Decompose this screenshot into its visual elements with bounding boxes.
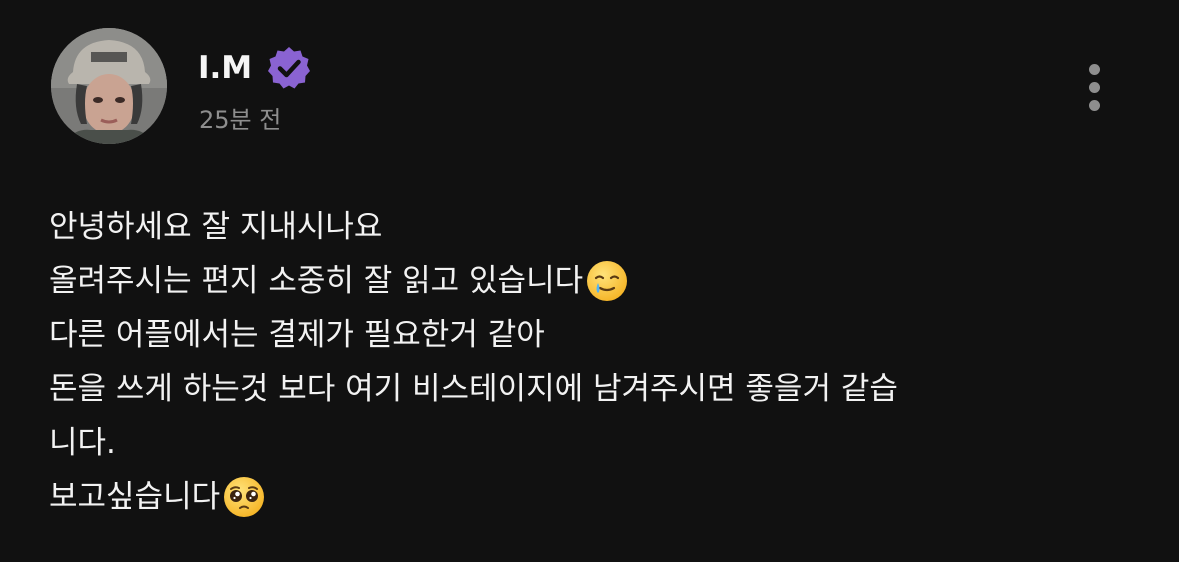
post-line-text: 올려주시는 편지 소중히 잘 읽고 있습니다: [49, 263, 584, 299]
pleading-face-icon: [224, 477, 265, 517]
post-line: 니다.: [49, 416, 1139, 470]
more-options-icon[interactable]: [1078, 60, 1112, 116]
more-dot: [1089, 82, 1100, 93]
post-timestamp: 25분 전: [199, 106, 282, 134]
smiling-face-with-tear-icon: [587, 261, 628, 301]
verified-badge-icon: [268, 47, 311, 89]
post-line: 돈을 쓰게 하는것 보다 여기 비스테이지에 남겨주시면 좋을거 같습: [49, 362, 1139, 416]
post-line-text: 보고싶습니다: [49, 479, 221, 515]
post-line: 안녕하세요 잘 지내시나요: [49, 200, 1139, 254]
post-line: 다른 어플에서는 결제가 필요한거 같아: [49, 308, 1139, 362]
post-line-text: 돈을 쓰게 하는것 보다 여기 비스테이지에 남겨주시면 좋을거 같습: [49, 371, 898, 407]
avatar[interactable]: [51, 28, 167, 144]
post-line: 올려주시는 편지 소중히 잘 읽고 있습니다: [49, 254, 1139, 308]
more-dot: [1089, 64, 1100, 75]
post-line: 보고싶습니다: [49, 470, 1139, 524]
post-card: I.M 25분 전 안녕하세요 잘 지내시나요 올려주시는 편지 소중히 잘 읽…: [0, 0, 1179, 562]
author-name[interactable]: I.M: [198, 50, 252, 86]
post-line-text: 안녕하세요 잘 지내시나요: [49, 209, 383, 245]
more-dot: [1089, 100, 1100, 111]
author-row: I.M: [198, 42, 312, 94]
post-line-text: 니다.: [49, 425, 116, 461]
post-body: 안녕하세요 잘 지내시나요 올려주시는 편지 소중히 잘 읽고 있습니다 다른 …: [49, 200, 1139, 524]
post-line-text: 다른 어플에서는 결제가 필요한거 같아: [49, 317, 545, 353]
